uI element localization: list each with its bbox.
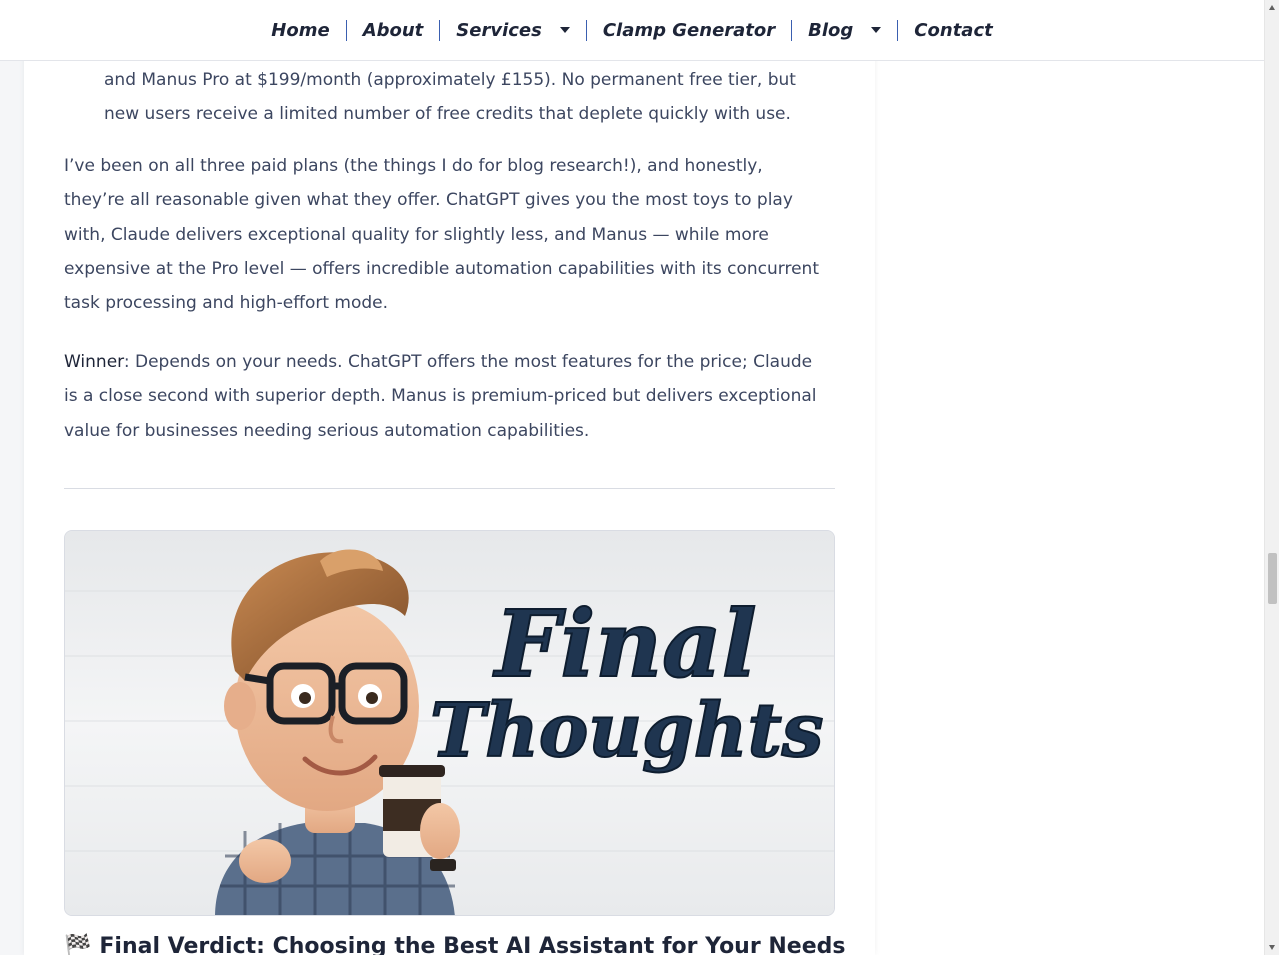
article-card: and Manus Pro at $199/month (approximate… (24, 0, 875, 955)
chequered-flag-icon: 🏁 (64, 934, 92, 955)
pricing-summary-paragraph: I’ve been on all three paid plans (the t… (64, 156, 819, 314)
nav-home-label: Home (271, 19, 330, 41)
final-verdict-heading-text: Final Verdict: Choosing the Best AI Assi… (99, 934, 846, 955)
section-divider (64, 488, 835, 489)
scrollbar-thumb[interactable] (1268, 553, 1277, 604)
main-navigation: Home About Services Clamp Generator Blog… (0, 0, 1264, 61)
final-thoughts-image: Final Thoughts (64, 530, 835, 916)
final-verdict-heading: 🏁 Final Verdict: Choosing the Best AI As… (64, 931, 846, 955)
nav-clamp-generator[interactable]: Clamp Generator (587, 19, 791, 41)
nav-about-label: About (362, 19, 424, 41)
nav-home[interactable]: Home (255, 19, 345, 41)
nav-clamp-generator-label: Clamp Generator (602, 19, 776, 41)
pricing-list-item-tail: and Manus Pro at $199/month (approximate… (104, 70, 796, 124)
nav-about[interactable]: About (347, 19, 440, 41)
winner-text: : Depends on your needs. ChatGPT offers … (64, 352, 817, 441)
caret-down-icon[interactable] (559, 27, 570, 33)
nav-services-label: Services (456, 19, 542, 41)
page-scrollbar[interactable] (1264, 0, 1279, 955)
image-text-thoughts: Thoughts (430, 688, 823, 774)
nav-contact-label: Contact (914, 19, 993, 41)
nav-services[interactable]: Services (440, 19, 586, 41)
scroll-up-icon[interactable] (1269, 5, 1275, 10)
nav-blog-label: Blog (808, 19, 854, 41)
winner-paragraph: Winner: Depends on your needs. ChatGPT o… (64, 345, 824, 448)
image-text-final: Final (492, 590, 757, 698)
caret-down-icon[interactable] (871, 27, 882, 33)
nav-contact[interactable]: Contact (898, 19, 1008, 41)
scroll-down-icon[interactable] (1269, 945, 1275, 950)
sidebar-area (875, 0, 1264, 955)
winner-label: Winner (64, 352, 124, 372)
nav-blog[interactable]: Blog (792, 19, 897, 41)
